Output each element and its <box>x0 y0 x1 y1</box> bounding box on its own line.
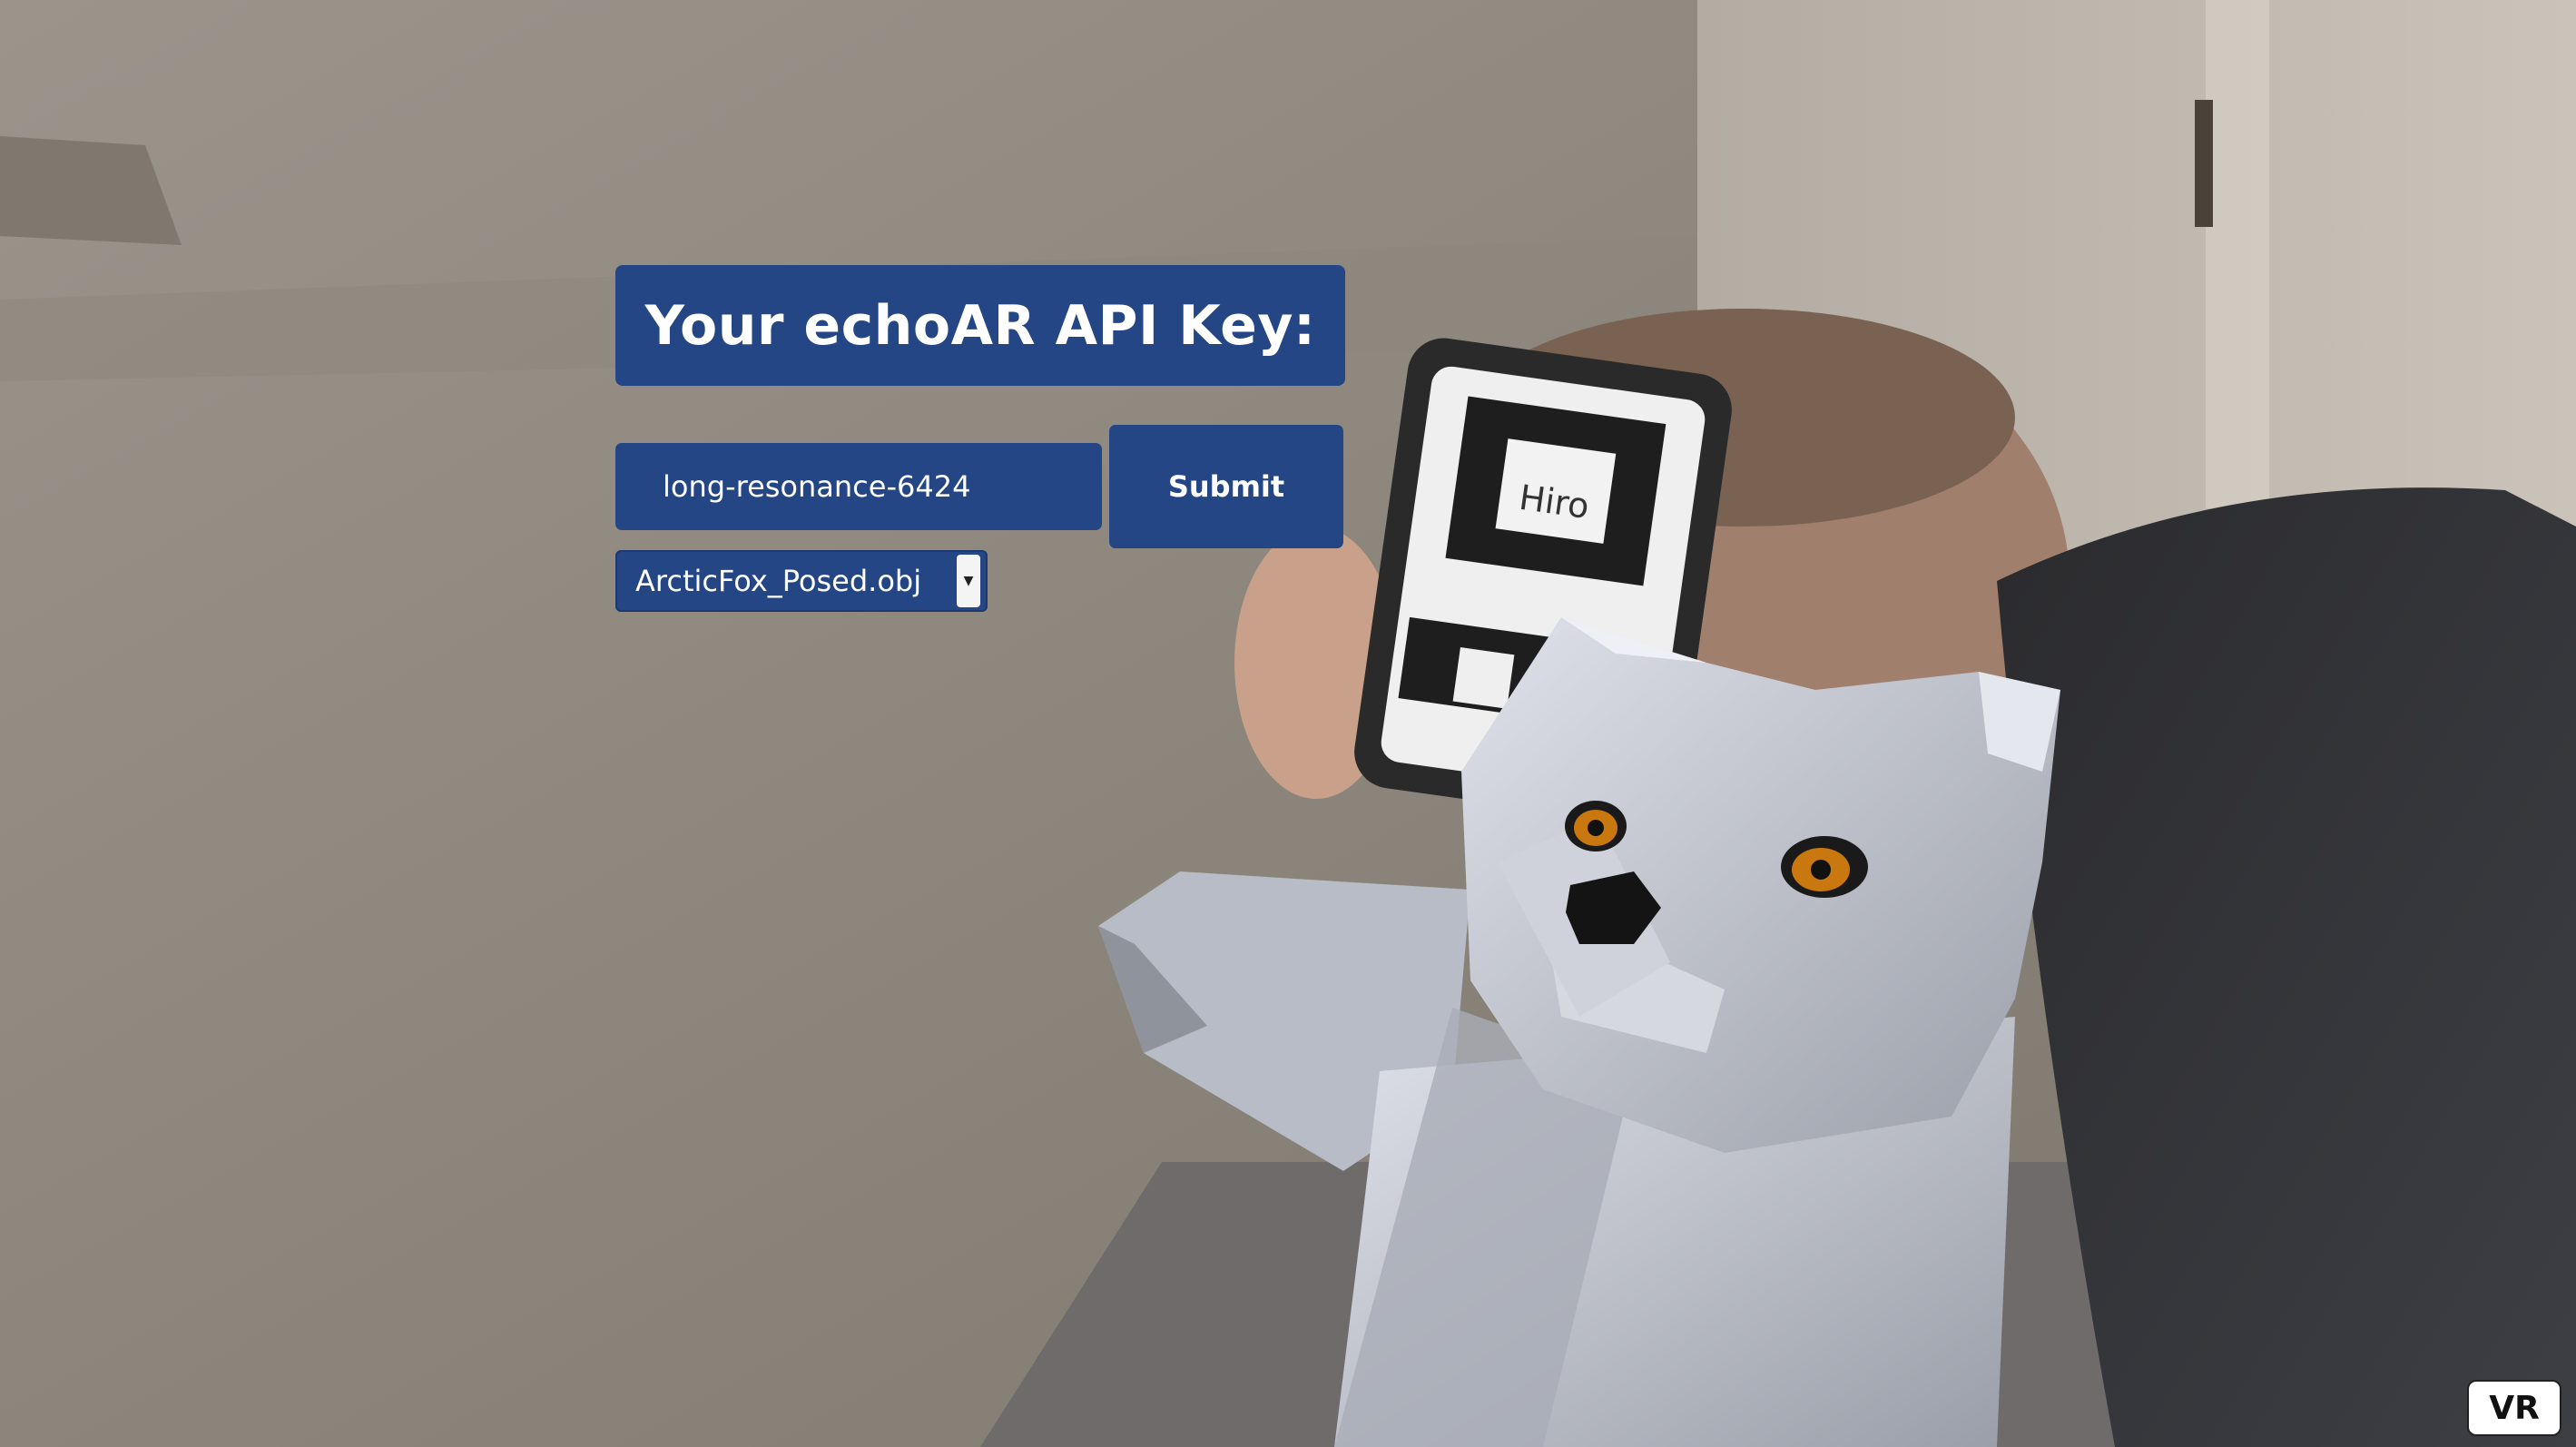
vr-button[interactable]: VR <box>2467 1380 2561 1436</box>
submit-button[interactable]: Submit <box>1109 425 1343 548</box>
chevron-down-icon[interactable]: ▼ <box>957 555 980 607</box>
model-select-value: ArcticFox_Posed.obj <box>635 564 922 598</box>
page-title: Your echoAR API Key: <box>615 265 1345 386</box>
camera-feed: Hiro <box>0 0 2576 1447</box>
api-key-input[interactable] <box>615 443 1102 530</box>
model-select[interactable]: ArcticFox_Posed.obj ▼ <box>615 550 988 612</box>
